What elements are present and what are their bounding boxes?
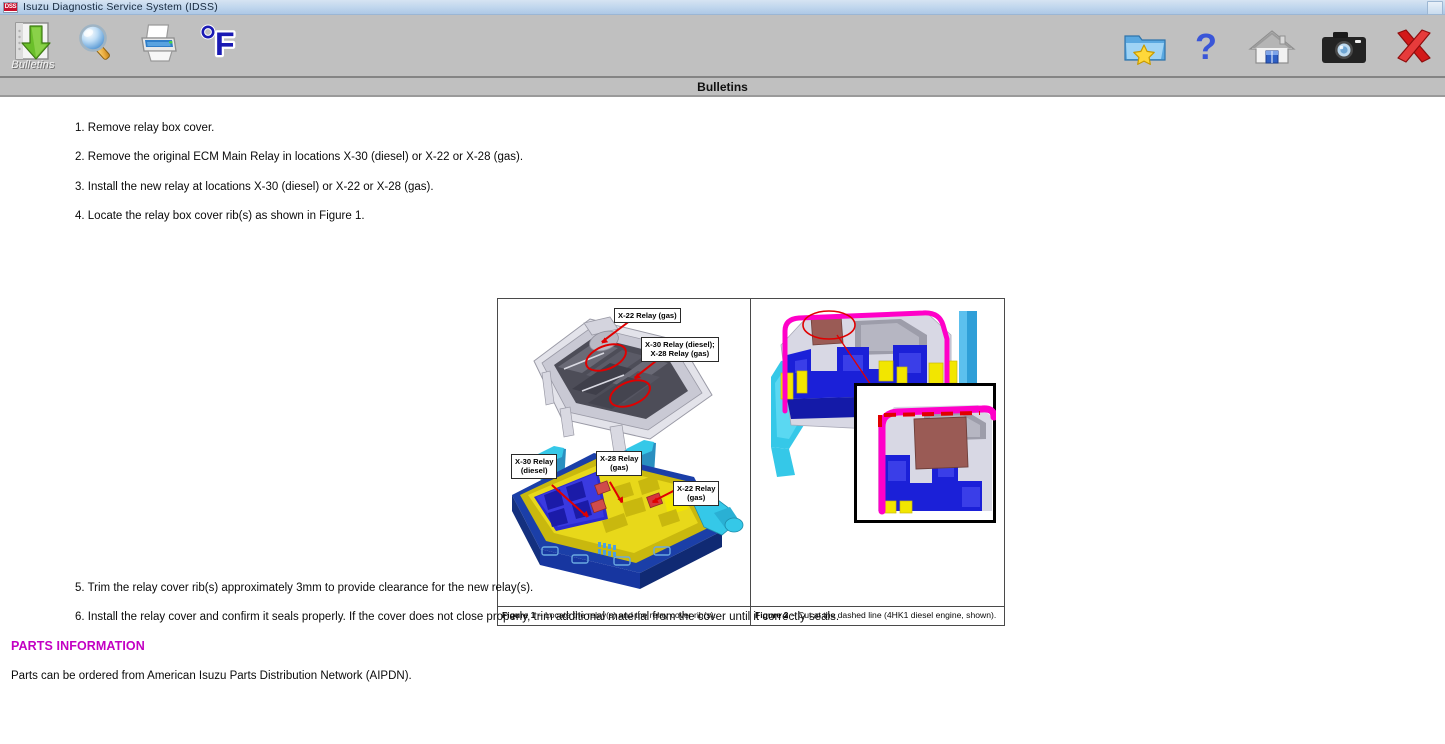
- camera-icon: [1322, 32, 1366, 63]
- favorites-folder-star-icon: [1124, 35, 1166, 66]
- step-2: 2. Remove the original ECM Main Relay in…: [75, 151, 524, 163]
- favorites-button[interactable]: [1121, 27, 1169, 72]
- app-logo-text: DSS: [3, 3, 18, 11]
- units-toggle-button[interactable]: F F: [190, 15, 252, 75]
- download-document-icon: [15, 22, 51, 60]
- window-control-button[interactable]: [1427, 1, 1443, 15]
- toolbar-left-group: Bulletins F F: [0, 15, 252, 76]
- callout-x28-gas-body: X-28 Relay (gas): [596, 451, 643, 476]
- magnifier-icon: [79, 24, 110, 60]
- close-button[interactable]: [1391, 27, 1437, 72]
- degrees-fahrenheit-icon: F F: [200, 24, 237, 63]
- step-4: 4. Locate the relay box cover rib(s) as …: [75, 210, 365, 222]
- figure-2-artwork: [751, 299, 1004, 606]
- main-toolbar: Bulletins F F ?: [0, 15, 1445, 78]
- callout-x22-gas-cover: X-22 Relay (gas): [614, 308, 681, 324]
- callout-x30-x28-cover: X-30 Relay (diesel); X-28 Relay (gas): [641, 337, 719, 362]
- printer-icon: [141, 24, 177, 62]
- parts-information-paragraph: Parts can be ordered from American Isuzu…: [11, 670, 412, 682]
- step-1: 1. Remove relay box cover.: [75, 122, 215, 134]
- figure-2-cell: Figure 2 – Cut at the dashed line (4HK1 …: [751, 299, 1004, 625]
- detail-inset-illustration: [854, 383, 996, 523]
- screenshot-button[interactable]: [1319, 27, 1369, 72]
- step-6: 6. Install the relay cover and confirm i…: [75, 611, 840, 623]
- figure-panel: X-22 Relay (gas) X-30 Relay (diesel); X-2…: [497, 298, 1005, 626]
- toolbar-right-group: ?: [1121, 26, 1437, 72]
- home-icon: [1248, 30, 1296, 64]
- page-header-bar: Bulletins: [0, 78, 1445, 97]
- home-button[interactable]: [1247, 27, 1297, 72]
- callout-x22-gas-body: X-22 Relay (gas): [673, 481, 720, 506]
- figure-1-artwork: X-22 Relay (gas) X-30 Relay (diesel); X-2…: [498, 299, 750, 606]
- document-body: 1. Remove relay box cover. 2. Remove the…: [0, 97, 1445, 744]
- svg-text:F: F: [215, 26, 235, 62]
- step-3: 3. Install the new relay at locations X-…: [75, 181, 434, 193]
- bulletins-button[interactable]: Bulletins: [0, 15, 66, 75]
- page-title: Bulletins: [697, 79, 748, 94]
- app-logo-icon: DSS: [3, 1, 18, 13]
- help-button[interactable]: ?: [1191, 26, 1225, 72]
- window-title-bar: DSS Isuzu Diagnostic Service System (IDS…: [0, 0, 1445, 15]
- bulletins-button-label: Bulletins: [11, 59, 55, 71]
- red-x-close-icon: [1397, 29, 1431, 63]
- print-button[interactable]: [128, 15, 190, 75]
- window-title: Isuzu Diagnostic Service System (IDSS): [23, 1, 218, 13]
- callout-x30-diesel-body: X-30 Relay (diesel): [511, 454, 558, 479]
- figure-1-cell: X-22 Relay (gas) X-30 Relay (diesel); X-2…: [498, 299, 751, 625]
- step-5: 5. Trim the relay cover rib(s) approxima…: [75, 582, 534, 594]
- svg-text:?: ?: [1195, 27, 1217, 67]
- parts-information-heading: PARTS INFORMATION: [11, 639, 145, 653]
- search-button[interactable]: [66, 15, 128, 75]
- question-mark-icon: ?: [1195, 26, 1217, 67]
